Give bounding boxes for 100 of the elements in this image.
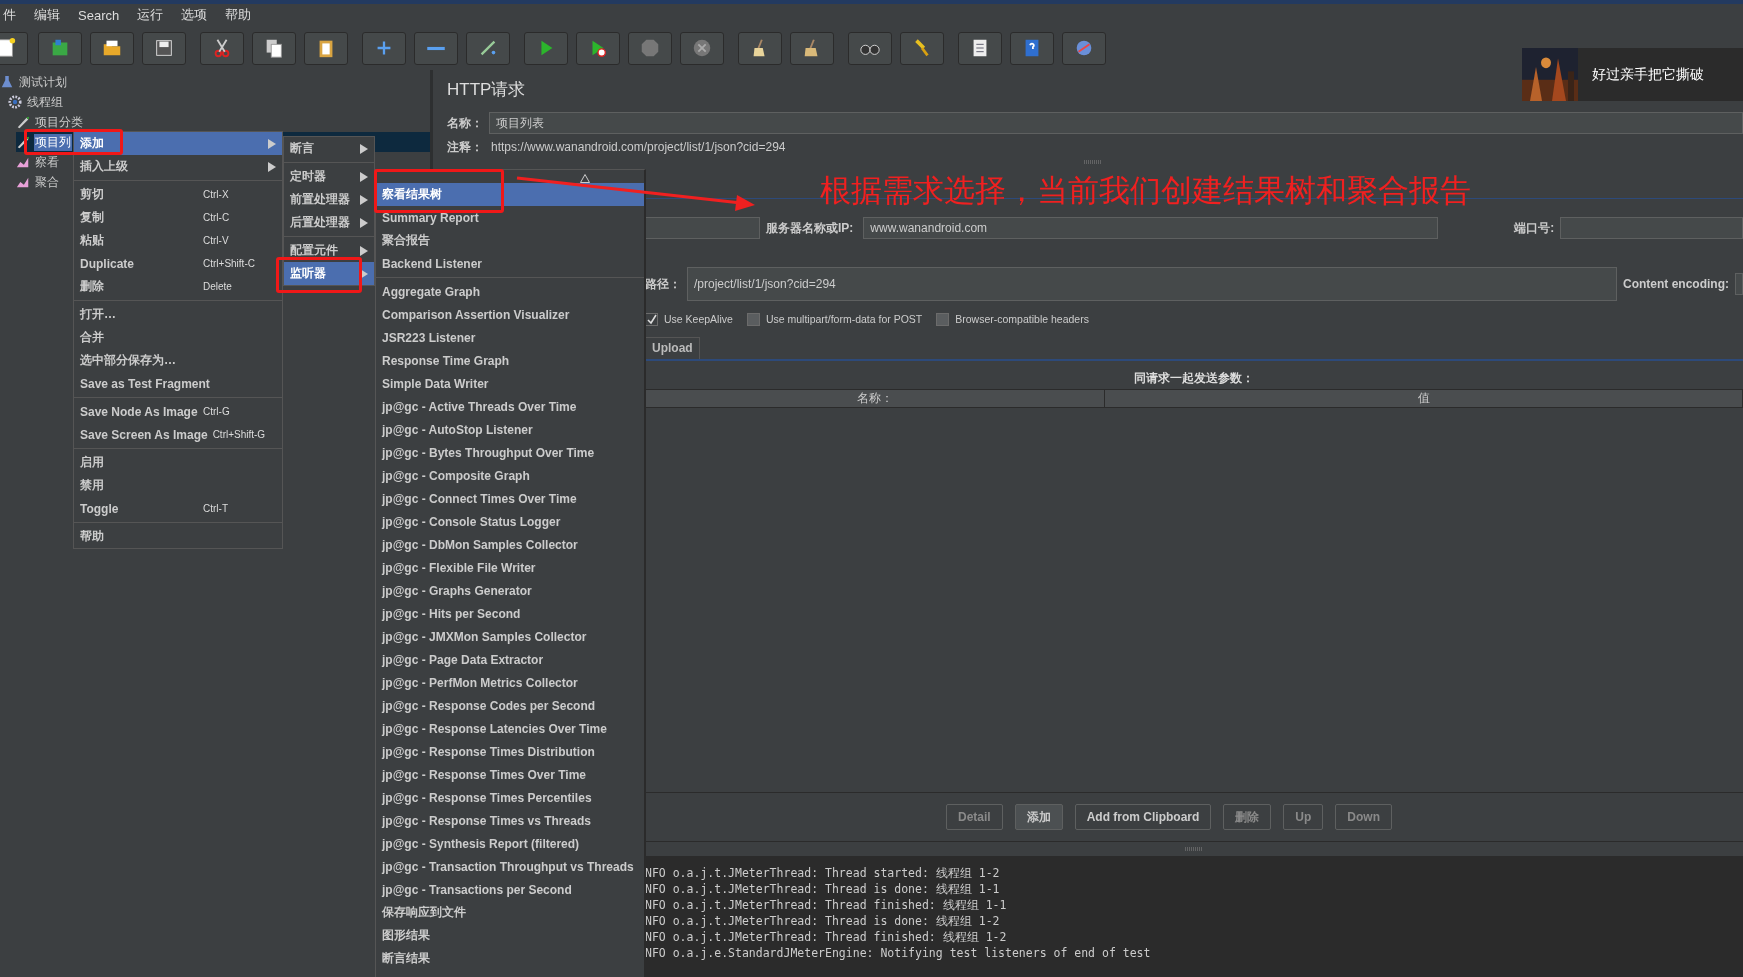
menu-item[interactable]: 保存响应到文件	[376, 901, 644, 924]
menu-item[interactable]: 打开…	[74, 303, 282, 326]
toolbar-button[interactable]	[252, 31, 296, 65]
menu-item[interactable]: 定时器	[284, 165, 374, 188]
checkbox[interactable]	[936, 312, 950, 326]
tree-item[interactable]: 察看	[34, 153, 60, 171]
menu-item[interactable]: 聚合报告	[376, 229, 644, 252]
menu-item[interactable]: Save as Test Fragment	[74, 372, 282, 395]
tree-item[interactable]: 测试计划	[18, 73, 68, 91]
toolbar-button[interactable]	[900, 31, 944, 65]
menu-item[interactable]: jp@gc - Response Times Percentiles	[376, 786, 644, 809]
menu-item[interactable]: 启用	[74, 451, 282, 474]
menu-item[interactable]: 帮助	[74, 525, 282, 548]
text-field[interactable]	[645, 217, 760, 239]
toolbar-button[interactable]	[466, 31, 510, 65]
toolbar-button[interactable]	[790, 31, 834, 65]
menu-item[interactable]: Comparison Assertion Visualizer	[376, 303, 644, 326]
action-button[interactable]: Add from Clipboard	[1074, 804, 1212, 830]
path-field[interactable]: /project/list/1/json?cid=294	[687, 267, 1617, 301]
menu-bar-item[interactable]: 运行	[128, 6, 173, 24]
menu-item[interactable]: 后置处理器	[284, 211, 374, 234]
toolbar-button[interactable]	[90, 31, 134, 65]
menu-item[interactable]: 禁用	[74, 474, 282, 497]
menu-item[interactable]: Aggregate Graph	[376, 280, 644, 303]
menu-item[interactable]: jp@gc - Response Times vs Threads	[376, 809, 644, 832]
menu-item[interactable]: 断言结果	[376, 947, 644, 970]
menu-item[interactable]: jp@gc - AutoStop Listener	[376, 418, 644, 441]
toolbar-button[interactable]	[738, 31, 782, 65]
port-field[interactable]	[1560, 217, 1743, 239]
tree-item[interactable]: 项目列	[34, 133, 72, 151]
menu-item[interactable]: jp@gc - PerfMon Metrics Collector	[376, 671, 644, 694]
menu-item[interactable]: jp@gc - Composite Graph	[376, 464, 644, 487]
menu-item[interactable]: 删除 Delete	[74, 275, 282, 298]
menu-item[interactable]: 察看结果树	[376, 183, 644, 206]
server-field[interactable]: www.wanandroid.com	[863, 217, 1439, 239]
menu-item[interactable]: jp@gc - DbMon Samples Collector	[376, 533, 644, 556]
menu-item[interactable]: Save Screen As Image Ctrl+Shift-G	[74, 423, 282, 446]
menu-item[interactable]: JSR223 Listener	[376, 326, 644, 349]
path-label: 路径：	[645, 275, 681, 293]
toolbar-button[interactable]	[200, 31, 244, 65]
menu-item[interactable]: jp@gc - JMXMon Samples Collector	[376, 625, 644, 648]
menu-item[interactable]: jp@gc - Synthesis Report (filtered)	[376, 832, 644, 855]
name-field[interactable]: 项目列表	[489, 112, 1743, 134]
splitter-handle-icon[interactable]	[1185, 847, 1203, 851]
menu-item[interactable]: 选中部分保存为…	[74, 349, 282, 372]
menu-item[interactable]: jp@gc - Active Threads Over Time	[376, 395, 644, 418]
menu-item[interactable]: jp@gc - Transaction Throughput vs Threads	[376, 855, 644, 878]
splitter-handle-icon[interactable]	[1084, 160, 1102, 164]
menu-item[interactable]: jp@gc - Response Latencies Over Time	[376, 717, 644, 740]
tab[interactable]: Upload	[645, 337, 700, 359]
checkbox[interactable]	[746, 312, 760, 326]
checkbox-option[interactable]: Use multipart/form-data for POST	[746, 312, 923, 326]
menu-item[interactable]: jp@gc - Response Times Distribution	[376, 740, 644, 763]
toolbar-button[interactable]	[958, 31, 1002, 65]
menu-item[interactable]: 监听器	[284, 262, 374, 285]
action-button[interactable]: 添加	[1014, 804, 1063, 830]
menu-item[interactable]: 断言	[284, 137, 374, 160]
menu-item[interactable]: jp@gc - Flexible File Writer	[376, 556, 644, 579]
menu-bar-item[interactable]: 帮助	[216, 6, 261, 24]
tree-item[interactable]: 项目分类	[34, 113, 84, 131]
toolbar-button[interactable]	[304, 31, 348, 65]
menu-bar-item[interactable]: Search	[69, 7, 129, 23]
column-header[interactable]: 值	[1105, 390, 1742, 407]
menu-item[interactable]: Response Time Graph	[376, 349, 644, 372]
menu-item[interactable]: 图形结果	[376, 924, 644, 947]
menu-item[interactable]: Save Node As Image Ctrl-G	[74, 400, 282, 423]
menu-item[interactable]: jp@gc - Hits per Second	[376, 602, 644, 625]
menu-item[interactable]: 合并	[74, 326, 282, 349]
menu-item[interactable]: 插入上级	[74, 155, 282, 178]
menu-item[interactable]: 粘贴 Ctrl-V	[74, 229, 282, 252]
scroll-up-icon[interactable]	[580, 174, 590, 183]
menu-item[interactable]: 添加	[74, 132, 282, 155]
tree-item[interactable]: 聚合	[34, 173, 60, 191]
menu-item[interactable]: jp@gc - Transactions per Second	[376, 878, 644, 901]
menu-item[interactable]: Backend Listener	[376, 252, 644, 275]
menu-item[interactable]: 前置处理器	[284, 188, 374, 211]
menu-item[interactable]: Duplicate Ctrl+Shift-C	[74, 252, 282, 275]
tree-item[interactable]: 线程组	[26, 93, 64, 111]
menu-bar-item[interactable]: 编辑	[25, 6, 69, 24]
menu-item[interactable]: 剪切 Ctrl-X	[74, 183, 282, 206]
menu-item[interactable]: jp@gc - Connect Times Over Time	[376, 487, 644, 510]
menu-bar-item[interactable]: 件	[0, 6, 25, 24]
menu-item[interactable]: jp@gc - Bytes Throughput Over Time	[376, 441, 644, 464]
log-line: NFO o.a.j.t.JMeterThread: Thread is done: 线程组 1-1	[645, 881, 1000, 897]
menu-item[interactable]: jp@gc - Graphs Generator	[376, 579, 644, 602]
port-label: 端口号:	[1514, 219, 1555, 237]
checkbox-option[interactable]: Browser-compatible headers	[936, 312, 1089, 326]
menu-item[interactable]: 配置元件	[284, 239, 374, 262]
toolbar-button[interactable]	[142, 31, 186, 65]
menu-item[interactable]: jp@gc - Response Codes per Second	[376, 694, 644, 717]
menu-item[interactable]: jp@gc - Response Times Over Time	[376, 763, 644, 786]
menu-item[interactable]: Toggle Ctrl-T	[74, 497, 282, 520]
menu-item[interactable]: jp@gc - Page Data Extractor	[376, 648, 644, 671]
menu-item[interactable]: Summary Report	[376, 206, 644, 229]
gear-icon	[8, 95, 22, 109]
menu-item[interactable]: 复制 Ctrl-C	[74, 206, 282, 229]
menu-bar-item[interactable]: 选项	[172, 6, 217, 24]
menu-item[interactable]: Simple Data Writer	[376, 372, 644, 395]
encoding-field[interactable]	[1735, 273, 1743, 295]
menu-item[interactable]: jp@gc - Console Status Logger	[376, 510, 644, 533]
